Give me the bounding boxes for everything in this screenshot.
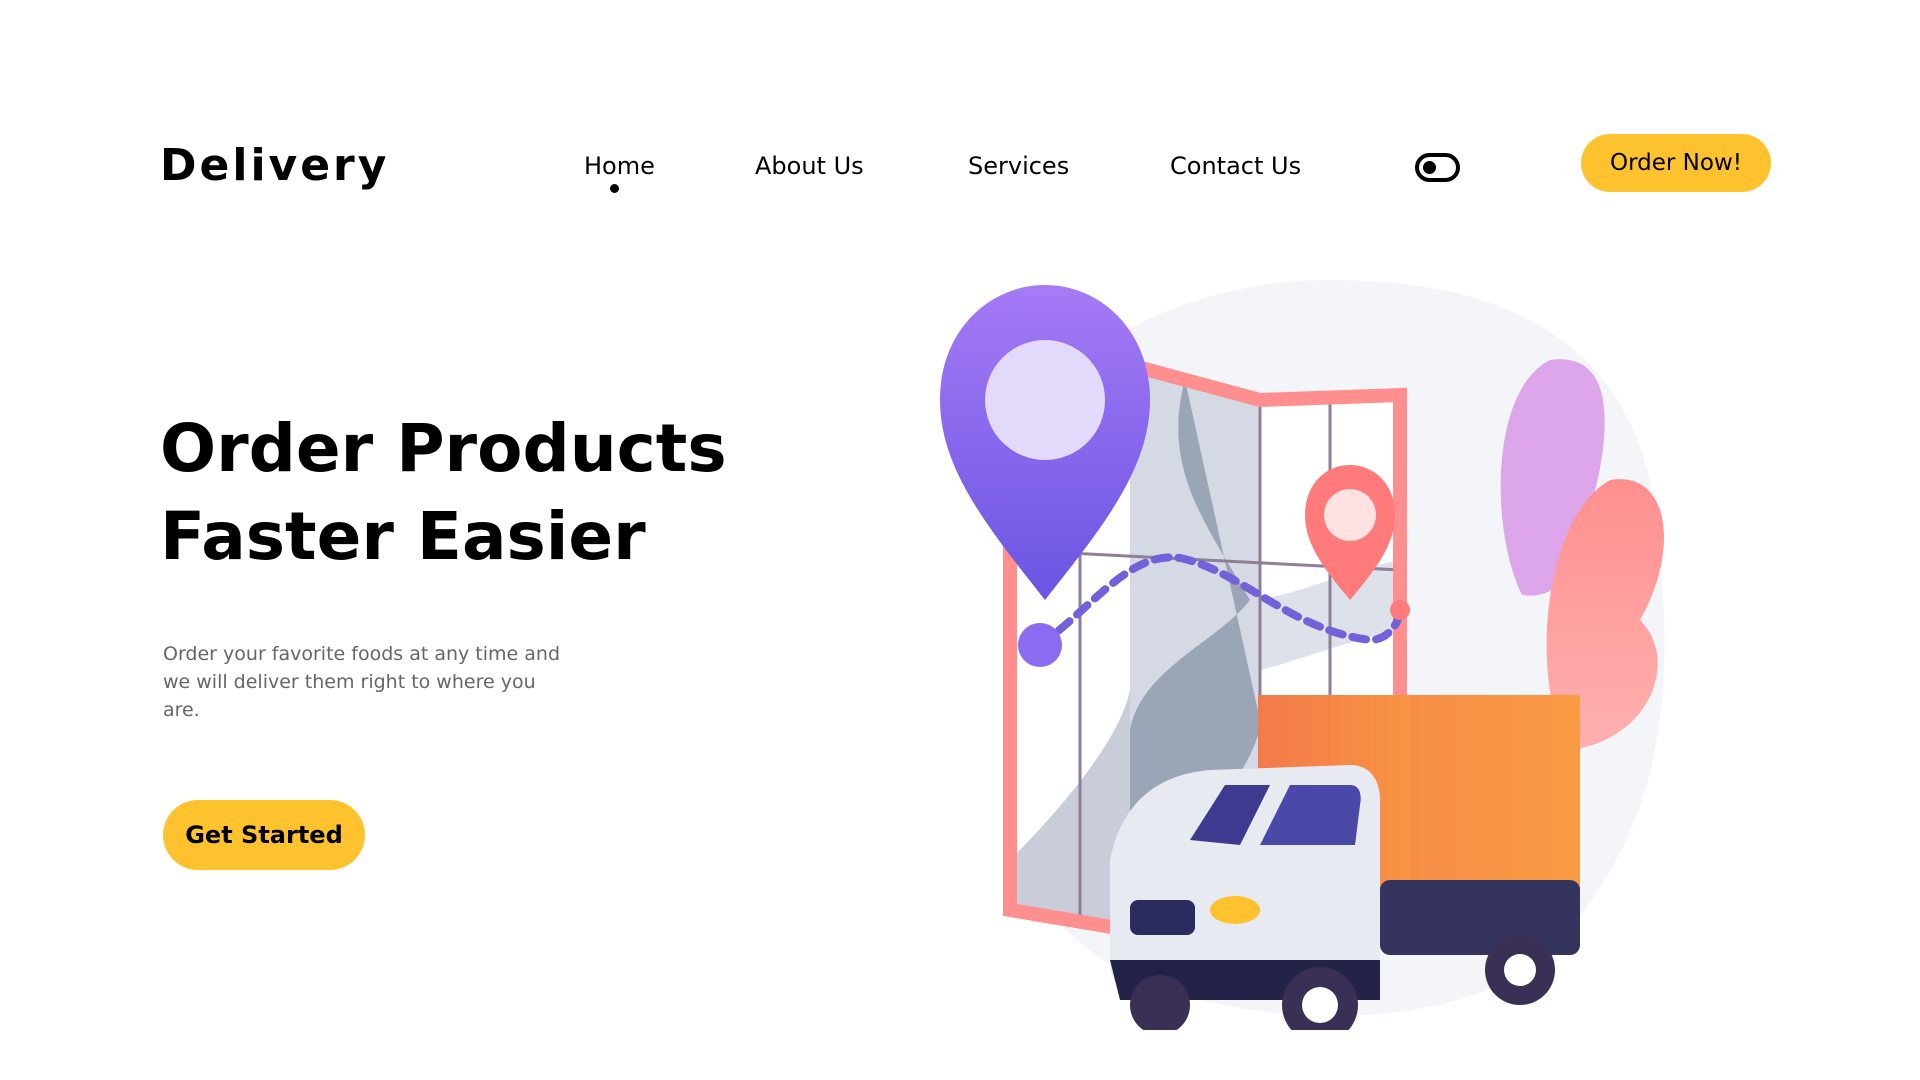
nav-link-services[interactable]: Services: [968, 152, 1069, 180]
brand-logo[interactable]: Delivery: [160, 140, 389, 191]
toggle-knob: [1423, 161, 1436, 174]
get-started-button[interactable]: Get Started: [163, 800, 365, 870]
nav-active-indicator: [610, 184, 619, 193]
hero-title-line-1: Order Products: [160, 410, 727, 487]
nav-link-home[interactable]: Home: [584, 152, 655, 180]
nav-link-about-us[interactable]: About Us: [755, 152, 864, 180]
nav-link-contact-us[interactable]: Contact Us: [1170, 152, 1301, 180]
theme-toggle-icon[interactable]: [1415, 153, 1460, 182]
hero-title-line-2: Faster Easier: [160, 498, 646, 575]
order-now-button[interactable]: Order Now!: [1581, 134, 1771, 192]
route-start-dot: [1018, 623, 1062, 667]
hero-title: Order Products Faster Easier: [160, 405, 780, 581]
route-end-dot: [1390, 600, 1410, 620]
delivery-truck-map-illustration: [940, 280, 1665, 1030]
hero-description: Order your favorite foods at any time an…: [163, 643, 561, 721]
